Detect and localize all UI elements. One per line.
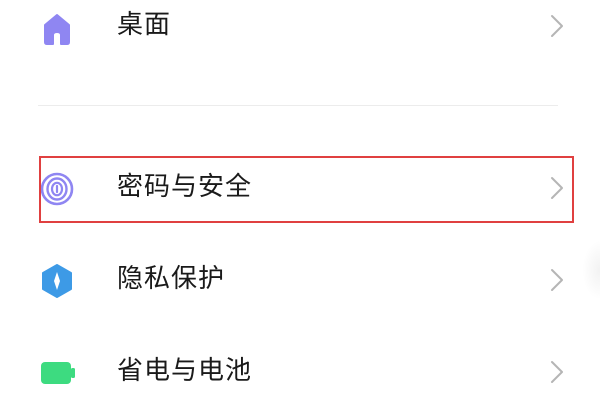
settings-item-label: 桌面 [117, 10, 172, 40]
battery-icon [36, 352, 78, 394]
settings-item-password-security[interactable]: 密码与安全 [0, 158, 600, 218]
fingerprint-icon [36, 168, 78, 210]
settings-item-label: 省电与电池 [117, 356, 253, 386]
settings-item-label: 密码与安全 [117, 172, 253, 202]
chevron-right-icon [549, 267, 565, 293]
settings-item-privacy[interactable]: 隐私保护 [0, 250, 600, 310]
section-divider [38, 105, 558, 106]
settings-item-battery[interactable]: 省电与电池 [0, 342, 600, 402]
chevron-right-icon [549, 13, 565, 39]
settings-item-label: 隐私保护 [117, 264, 226, 294]
chevron-right-icon [549, 359, 565, 385]
edge-shadow [582, 240, 600, 300]
settings-item-desktop[interactable]: 桌面 [0, 0, 600, 56]
home-icon [36, 6, 78, 48]
privacy-shield-icon [36, 260, 78, 302]
chevron-right-icon [549, 175, 565, 201]
